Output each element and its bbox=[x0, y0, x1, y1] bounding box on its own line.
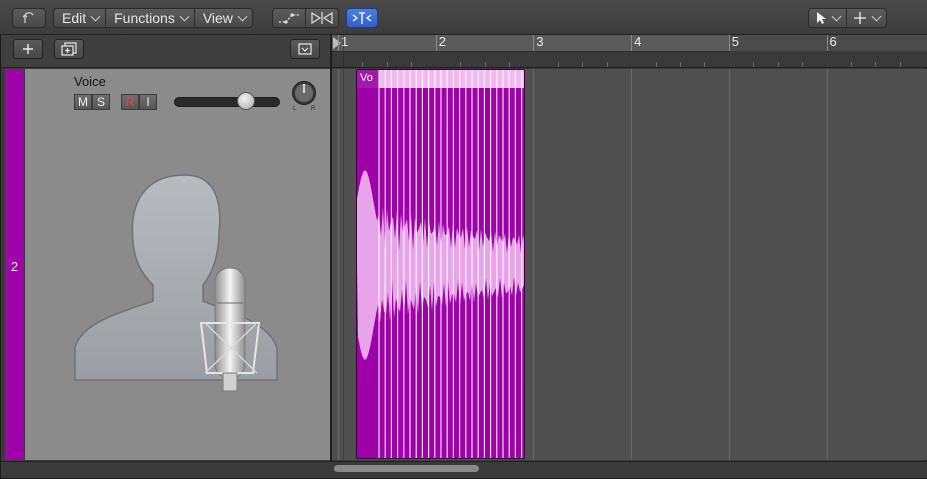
ruler-beat-tick bbox=[508, 62, 510, 67]
track-number: 2 bbox=[10, 259, 19, 274]
ruler-beat-tick bbox=[411, 62, 413, 67]
bar-gridline bbox=[631, 69, 633, 460]
marquee-tool-menu[interactable] bbox=[847, 9, 886, 27]
solo-button[interactable]: S bbox=[92, 94, 110, 110]
mute-button[interactable]: M bbox=[74, 94, 92, 110]
catch-icon bbox=[352, 12, 372, 24]
ruler-beat-tick bbox=[460, 62, 462, 67]
ruler-beat-tick bbox=[362, 62, 364, 67]
ruler-beat-tick bbox=[777, 62, 779, 67]
track-header[interactable]: L R bbox=[25, 69, 330, 460]
edit-menu-label: Edit bbox=[62, 10, 87, 26]
menu-group: Edit Functions View bbox=[53, 8, 253, 28]
ruler-bar-tick bbox=[631, 35, 633, 51]
global-tracks-button[interactable] bbox=[290, 39, 320, 59]
mute-solo-group: M S bbox=[74, 94, 110, 110]
ruler-bar-tick bbox=[826, 35, 828, 51]
view-menu[interactable]: View bbox=[195, 9, 252, 27]
region-waveform bbox=[357, 70, 524, 458]
toolbar: Edit Functions View bbox=[0, 0, 927, 35]
ruler-bar-tick bbox=[338, 35, 339, 51]
input-monitor-button[interactable]: I bbox=[139, 94, 157, 110]
catch-button[interactable] bbox=[346, 8, 378, 28]
ruler-beat-tick bbox=[753, 62, 755, 67]
playhead-line bbox=[343, 35, 344, 460]
ruler-beat-tick bbox=[582, 62, 584, 67]
ruler-beat-tick bbox=[386, 62, 388, 67]
ruler-beat-tick bbox=[704, 62, 706, 67]
ruler-beat-tick bbox=[899, 62, 901, 67]
audio-region[interactable] bbox=[356, 69, 525, 459]
pointer-tool-menu[interactable] bbox=[809, 9, 847, 27]
pan-right-label: R bbox=[311, 106, 316, 112]
chevron-down-icon bbox=[237, 11, 248, 21]
automation-button[interactable] bbox=[273, 9, 306, 27]
bar-gridline bbox=[728, 69, 730, 460]
functions-menu[interactable]: Functions bbox=[106, 9, 195, 27]
ruler-bar-number: 4 bbox=[634, 34, 642, 49]
back-arrow-icon bbox=[22, 12, 34, 23]
chevron-down-icon bbox=[90, 11, 101, 21]
bar-gridline bbox=[533, 69, 535, 460]
ruler-bar-tick bbox=[728, 35, 730, 51]
ruler-bar-number: 3 bbox=[536, 34, 544, 49]
ruler-bar-tick bbox=[533, 35, 535, 51]
automation-icon bbox=[279, 13, 299, 24]
chevron-down-icon bbox=[871, 11, 882, 21]
tool-menus bbox=[808, 8, 887, 28]
bar-gridline bbox=[826, 69, 828, 460]
ruler-beat-tick bbox=[679, 62, 681, 67]
pane-divider[interactable] bbox=[330, 35, 332, 477]
duplicate-track-button[interactable] bbox=[54, 39, 84, 59]
bar-gridline bbox=[338, 69, 339, 460]
ruler-beat-tick bbox=[606, 62, 608, 67]
region-name: Vo bbox=[360, 72, 373, 84]
bar-ruler[interactable]: 123456 bbox=[332, 34, 927, 68]
ruler-beat-tick bbox=[655, 62, 657, 67]
ruler-bar-tick bbox=[435, 35, 437, 51]
record-input-group: R I bbox=[121, 94, 157, 110]
record-enable-button[interactable]: R bbox=[121, 94, 139, 110]
flex-button[interactable] bbox=[306, 9, 338, 27]
pan-left-label: L bbox=[293, 106, 297, 112]
plus-icon bbox=[23, 44, 33, 54]
flex-icon bbox=[311, 11, 333, 25]
volume-slider-knob[interactable] bbox=[237, 92, 255, 110]
ruler-beat-tick bbox=[850, 62, 852, 67]
back-button[interactable] bbox=[12, 8, 46, 28]
marquee-tool-icon bbox=[854, 12, 866, 24]
ruler-bar-number: 2 bbox=[438, 34, 446, 49]
ruler-beat-tick bbox=[557, 62, 559, 67]
track-list-header bbox=[1, 35, 331, 68]
add-track-button[interactable] bbox=[13, 39, 43, 59]
horizontal-scrollbar[interactable] bbox=[334, 465, 479, 472]
global-tracks-icon bbox=[298, 43, 312, 55]
chevron-down-icon bbox=[179, 11, 190, 21]
ruler-beat-tick bbox=[802, 62, 804, 67]
pointer-tool-icon bbox=[817, 12, 826, 24]
ruler-bar-number: 6 bbox=[829, 34, 837, 49]
functions-menu-label: Functions bbox=[114, 10, 175, 26]
view-menu-label: View bbox=[202, 10, 233, 26]
ruler-beat-tick bbox=[875, 62, 877, 67]
chevron-down-icon bbox=[831, 11, 842, 21]
ruler-beat-tick bbox=[484, 62, 486, 67]
ruler-bar-number: 5 bbox=[731, 34, 740, 49]
duplicate-track-icon bbox=[61, 42, 77, 56]
cycle-area[interactable] bbox=[332, 35, 730, 52]
volume-slider[interactable] bbox=[174, 97, 280, 107]
voice-avatar-icon bbox=[74, 174, 278, 392]
edit-menu[interactable]: Edit bbox=[54, 9, 107, 27]
mode-buttons bbox=[272, 8, 339, 28]
track-name[interactable]: Voice bbox=[74, 74, 106, 89]
